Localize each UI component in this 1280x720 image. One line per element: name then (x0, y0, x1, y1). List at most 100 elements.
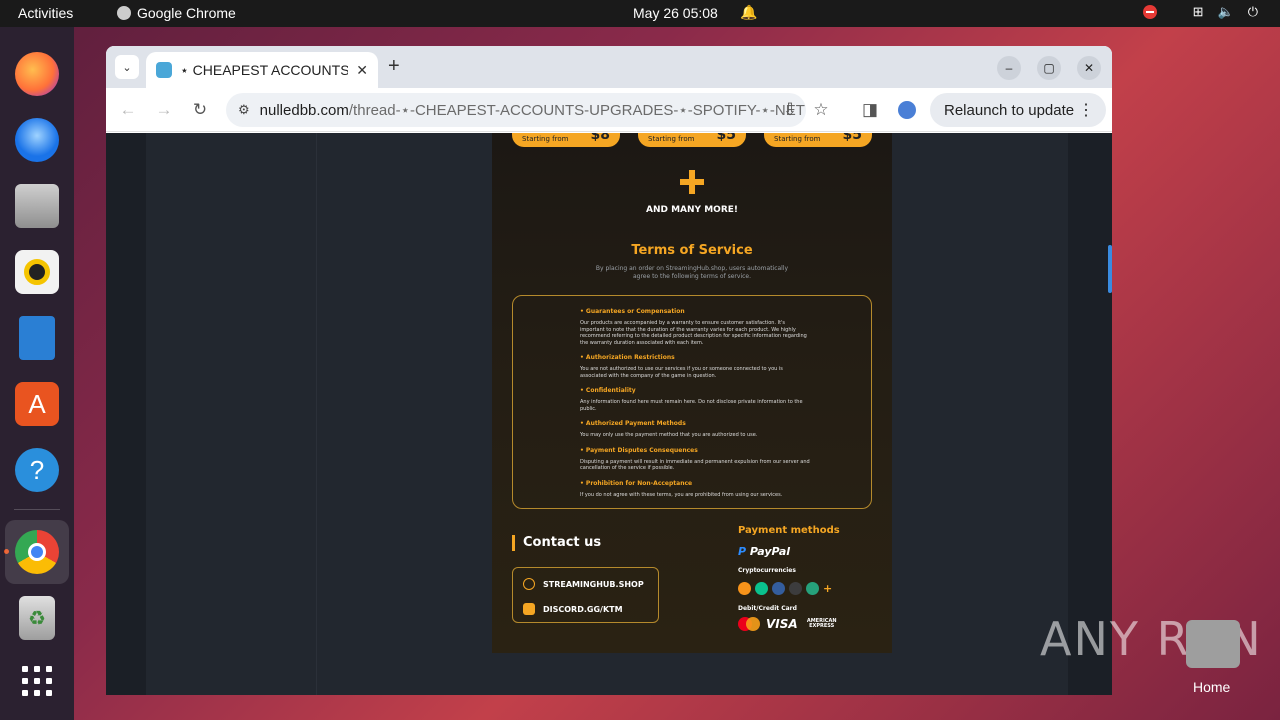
dock-trash[interactable]: ♻ (11, 592, 63, 644)
dock-firefox[interactable] (11, 48, 63, 100)
dock: A ? ♻ (0, 27, 74, 720)
tab-search-button[interactable]: ⌄ (115, 55, 139, 79)
dock-thunderbird[interactable] (11, 114, 63, 166)
tab-active[interactable]: ⋆ CHEAPEST ACCOUNTS ✕ (146, 52, 378, 88)
tos-body: Disputing a payment will result in immed… (580, 458, 810, 472)
contact-title: Contact us (523, 535, 602, 550)
url-path: /thread-⋆-CHEAPEST-ACCOUNTS-UPGRADES-⋆-S… (348, 102, 806, 119)
toolbar: ← → ↻ ⚙ nulledbb.com/thread-⋆-CHEAPEST-A… (106, 88, 1112, 132)
bitcoin-cash-icon (755, 582, 768, 595)
reload-button[interactable]: ↻ (188, 98, 212, 122)
address-bar[interactable]: ⚙ nulledbb.com/thread-⋆-CHEAPEST-ACCOUNT… (226, 93, 806, 127)
app-name: Google Chrome (137, 5, 236, 21)
many-more-text: AND MANY MORE! (646, 205, 738, 215)
back-button[interactable]: ← (116, 98, 140, 122)
install-app-icon[interactable]: ⇩ (778, 98, 802, 122)
home-folder-label[interactable]: Home (1193, 679, 1230, 695)
tos-body: Any information found here must remain h… (580, 399, 803, 412)
price-pill: Starting from $5 (638, 133, 746, 147)
contact-web-text: STREAMINGHUB.SHOP (543, 579, 644, 589)
tab-strip: ⌄ ⋆ CHEAPEST ACCOUNTS ✕ + – ▢ ✕ (106, 46, 1112, 88)
tos-body: You may only use the payment method that… (580, 432, 758, 438)
card-icons: VISA AMERICAN EXPRESS (738, 617, 840, 631)
tos-heading: • Prohibition for Non-Acceptance (580, 479, 693, 487)
visa-logo: VISA (766, 617, 798, 631)
menu-dots-icon[interactable]: ⋮ (1078, 100, 1094, 120)
power-icon[interactable]: ⏻ (1248, 4, 1258, 20)
bell-icon[interactable]: 🔔 (740, 4, 757, 21)
crypto-label: Cryptocurrencies (738, 567, 796, 574)
dock-app-center[interactable]: A (11, 378, 63, 430)
scrollbar-thumb[interactable] (1108, 245, 1112, 293)
tos-heading: • Payment Disputes Consequences (580, 446, 698, 454)
contact-box: STREAMINGHUB.SHOP DISCORD.GG/KTM (512, 567, 659, 623)
new-tab-button[interactable]: + (388, 55, 400, 78)
payment-title: Payment methods (738, 525, 840, 536)
amex-logo: AMERICAN EXPRESS (806, 617, 837, 629)
pill-price: $8 (590, 133, 610, 143)
contact-discord: DISCORD.GG/KTM (523, 603, 623, 615)
thread-image: Starting from $8 Starting from $5 Starting… (492, 133, 892, 653)
activities-button[interactable]: Activities (18, 5, 73, 21)
dock-help[interactable]: ? (11, 444, 63, 496)
plus-icon (680, 170, 704, 194)
contact-discord-text: DISCORD.GG/KTM (543, 604, 623, 614)
firefox-icon (15, 52, 59, 96)
thunderbird-icon (15, 118, 59, 162)
pill-price: $5 (842, 133, 862, 143)
favicon-icon (156, 62, 172, 78)
contact-accent-bar (512, 535, 515, 551)
minimize-button[interactable]: – (997, 56, 1021, 80)
url-domain: nulledbb.com (259, 102, 349, 119)
show-apps-button[interactable] (11, 655, 63, 707)
profile-avatar[interactable] (895, 98, 919, 122)
contact-web: STREAMINGHUB.SHOP (523, 578, 644, 590)
page-content: Starting from $8 Starting from $5 Starting… (106, 133, 1112, 695)
tos-body: You are not authorized to use our servic… (580, 366, 783, 379)
price-pill: Starting from $8 (512, 133, 620, 147)
tos-heading: • Guarantees or Compensation (580, 308, 685, 315)
do-not-disturb-icon[interactable] (1142, 5, 1157, 19)
bitcoin-icon (738, 582, 751, 595)
site-info-icon[interactable]: ⚙ (238, 102, 250, 118)
side-panel-icon[interactable]: ◨ (858, 98, 882, 122)
forward-button[interactable]: → (152, 98, 176, 122)
more-coins: + (823, 582, 833, 595)
dock-chrome[interactable] (5, 520, 69, 584)
mastercard-icon (738, 617, 760, 631)
bookmark-star-icon[interactable]: ☆ (809, 98, 833, 122)
network-icon[interactable]: ⊞ (1193, 4, 1204, 20)
dock-separator (14, 509, 60, 510)
rhythmbox-icon (15, 250, 59, 294)
close-window-button[interactable]: ✕ (1077, 56, 1101, 80)
price-pill: Starting from $5 (764, 133, 872, 147)
pill-price: $5 (716, 133, 736, 143)
chrome-window: ⌄ ⋆ CHEAPEST ACCOUNTS ✕ + – ▢ ✕ ← → ↻ ⚙ … (106, 46, 1112, 695)
globe-icon (523, 578, 535, 590)
app-center-icon: A (15, 382, 59, 426)
tos-heading: • Confidentiality (580, 387, 636, 394)
home-folder-icon[interactable] (1186, 620, 1240, 668)
volume-icon[interactable]: 🔈 (1218, 4, 1234, 20)
litecoin-icon (772, 582, 785, 595)
ethereum-icon (789, 582, 802, 595)
pill-label: Starting from (522, 135, 569, 143)
tos-body: If you do not agree with these terms, yo… (580, 491, 783, 498)
dock-rhythmbox[interactable] (11, 246, 63, 298)
maximize-button[interactable]: ▢ (1037, 56, 1061, 80)
relaunch-button[interactable]: Relaunch to update ⋮ (930, 93, 1106, 127)
pill-label: Starting from (648, 135, 695, 143)
trash-icon: ♻ (19, 596, 55, 640)
dock-files[interactable] (11, 180, 63, 232)
close-tab-icon[interactable]: ✕ (356, 62, 368, 79)
clock[interactable]: May 26 05:08 (633, 5, 718, 21)
crypto-icons: + (738, 582, 832, 595)
tos-body: Our products are accompanied by a warran… (580, 320, 807, 346)
tos-heading: • Authorized Payment Methods (580, 420, 686, 427)
system-tray[interactable]: ⊞ 🔈 ⏻ (1142, 4, 1258, 20)
dock-writer[interactable] (11, 312, 63, 364)
card-label: Debit/Credit Card (738, 605, 797, 612)
chrome-icon (15, 530, 59, 574)
help-icon: ? (15, 448, 59, 492)
app-menu[interactable]: Google Chrome (117, 5, 236, 21)
